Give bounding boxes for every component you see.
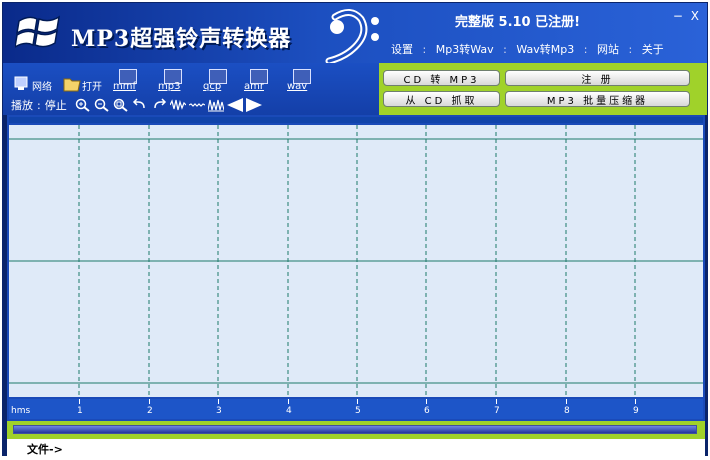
- zoom-fit-icon[interactable]: [113, 98, 129, 112]
- time-ruler: hms 1 2 3 4 5 6 7 8 9: [9, 399, 703, 419]
- status-bar: 文件->: [7, 439, 705, 456]
- normalize-icon[interactable]: [207, 98, 224, 112]
- progress-bar: [13, 425, 697, 434]
- cd-to-mp3-button[interactable]: CD 转 MP3: [383, 70, 500, 86]
- wave-top-bar: [9, 117, 703, 123]
- menu-about[interactable]: 关于: [642, 43, 664, 56]
- format-amr-button[interactable]: amr: [244, 69, 274, 93]
- bass-clef-icon: [325, 9, 379, 63]
- wave-grid: [9, 125, 703, 397]
- open-button[interactable]: 打开: [63, 69, 102, 93]
- ruler-tick: [79, 399, 80, 404]
- status-text: 文件->: [27, 443, 63, 456]
- ruler-tick: [288, 399, 289, 404]
- ruler-tick-label: 8: [564, 406, 570, 416]
- app-window: MP3超强铃声转换器 完整版 5.10 已注册! − X 设置 : Mp3转Wa…: [2, 2, 708, 456]
- network-icon: [14, 76, 28, 90]
- menu-settings[interactable]: 设置: [391, 43, 413, 56]
- grab-cd-button[interactable]: 从 CD 抓取: [383, 91, 500, 107]
- window-controls: − X: [669, 9, 699, 23]
- menu-separator: :: [583, 43, 588, 56]
- title-bar: MP3超强铃声转换器 完整版 5.10 已注册! − X 设置 : Mp3转Wa…: [3, 3, 707, 63]
- format-mp3-button[interactable]: mp3: [158, 69, 188, 93]
- top-menu: 设置 : Mp3转Wav : Wav转Mp3 : 网站 : 关于: [391, 41, 664, 57]
- format-mmf-button[interactable]: mmf: [113, 69, 143, 93]
- menu-separator: :: [628, 43, 633, 56]
- undo-icon[interactable]: [132, 98, 148, 112]
- play-separator: :: [37, 98, 41, 112]
- format-label: qcp: [203, 81, 222, 92]
- fade-in-icon[interactable]: [226, 98, 243, 112]
- ruler-tick-label: 9: [633, 406, 639, 416]
- ruler-tick-label: 7: [494, 406, 500, 416]
- ruler-tick: [426, 399, 427, 404]
- ruler-tick-label: 6: [424, 406, 430, 416]
- edit-tools: [75, 98, 265, 112]
- close-button[interactable]: X: [691, 9, 699, 23]
- folder-open-icon: [63, 78, 81, 92]
- playback-row: 播放 : 停止: [11, 97, 265, 113]
- menu-wav-to-mp3[interactable]: Wav转Mp3: [516, 43, 574, 56]
- app-title: MP3超强铃声转换器: [71, 26, 292, 52]
- zoom-in-icon[interactable]: [75, 98, 91, 112]
- format-label: mmf: [113, 81, 137, 92]
- format-label: mp3: [158, 81, 181, 92]
- version-label: 完整版 5.10 已注册!: [455, 15, 581, 30]
- progress-frame: [7, 421, 705, 439]
- menu-separator: :: [422, 43, 427, 56]
- logo: MP3超强铃声转换器: [9, 7, 379, 63]
- ruler-tick-label: 2: [147, 406, 153, 416]
- menu-separator: :: [503, 43, 507, 56]
- waveform-panel: hms 1 2 3 4 5 6 7 8 9: [7, 115, 705, 421]
- toolbar: 网络 打开 mmf mp3 qcp amr wav 播放: 停止 CD 转 M…: [3, 63, 707, 115]
- ruler-tick: [149, 399, 150, 404]
- fade-out-icon[interactable]: [245, 98, 262, 112]
- format-wav-button[interactable]: wav: [287, 69, 317, 93]
- format-qcp-button[interactable]: qcp: [203, 69, 233, 93]
- ruler-unit-label: hms: [11, 406, 31, 416]
- open-label: 打开: [82, 82, 102, 93]
- play-button[interactable]: 播放: [11, 97, 33, 113]
- format-label: amr: [244, 81, 264, 92]
- format-label: wav: [287, 81, 308, 92]
- waveform-canvas[interactable]: [9, 125, 703, 397]
- network-label: 网络: [32, 82, 52, 93]
- ruler-tick: [357, 399, 358, 404]
- ruler-tick-label: 1: [77, 406, 83, 416]
- waveform-icon[interactable]: [169, 98, 186, 112]
- ruler-tick: [218, 399, 219, 404]
- menu-mp3-to-wav[interactable]: Mp3转Wav: [436, 43, 494, 56]
- stop-button[interactable]: 停止: [45, 97, 67, 113]
- register-button[interactable]: 注 册: [505, 70, 690, 86]
- ruler-tick: [566, 399, 567, 404]
- redo-icon[interactable]: [151, 98, 167, 112]
- zoom-out-icon[interactable]: [94, 98, 110, 112]
- network-button[interactable]: 网络: [13, 69, 52, 93]
- minimize-button[interactable]: −: [673, 9, 683, 23]
- menu-website[interactable]: 网站: [597, 43, 619, 56]
- silence-icon[interactable]: [188, 98, 205, 112]
- ruler-tick: [635, 399, 636, 404]
- ruler-tick: [496, 399, 497, 404]
- ruler-tick-label: 3: [216, 406, 222, 416]
- ruler-tick-label: 4: [286, 406, 292, 416]
- ruler-tick-label: 5: [355, 406, 361, 416]
- windows-logo-icon: [15, 15, 61, 48]
- batch-compress-button[interactable]: MP3 批量压缩器: [505, 91, 690, 107]
- action-panel: CD 转 MP3 注 册 从 CD 抓取 MP3 批量压缩器: [379, 63, 707, 115]
